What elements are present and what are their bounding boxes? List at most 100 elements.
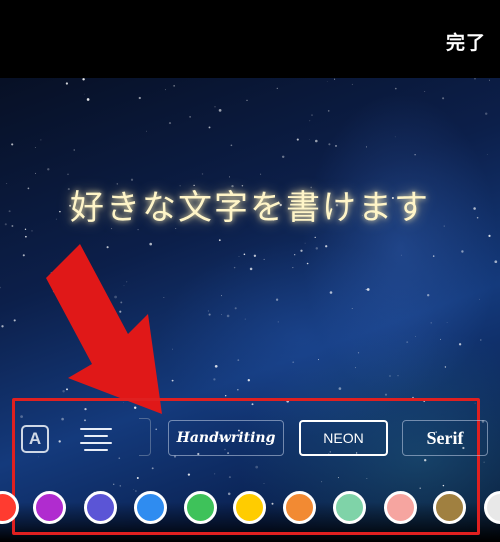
star (474, 78, 476, 80)
star (218, 109, 222, 112)
text-align-button[interactable] (80, 425, 112, 453)
star (226, 314, 230, 318)
star (207, 310, 209, 312)
star (326, 80, 328, 82)
align-line-icon (80, 442, 112, 444)
star (442, 97, 445, 100)
star (325, 245, 328, 248)
align-line-icon (84, 449, 108, 451)
color-swatch[interactable] (333, 491, 366, 524)
star (292, 267, 294, 269)
star (82, 78, 85, 81)
color-swatch[interactable] (33, 491, 66, 524)
star (389, 375, 391, 377)
star (334, 78, 336, 80)
star (365, 289, 367, 291)
star (354, 367, 356, 369)
star (86, 98, 90, 101)
star (172, 348, 173, 350)
star (83, 93, 85, 95)
star (243, 253, 246, 256)
star (228, 176, 231, 178)
star (309, 138, 311, 140)
star (275, 298, 279, 301)
star (400, 254, 402, 256)
color-swatch[interactable] (233, 491, 266, 524)
star (244, 318, 246, 320)
star (237, 359, 240, 361)
star (304, 242, 306, 244)
star (25, 235, 27, 238)
star (65, 82, 69, 85)
star (486, 153, 488, 155)
star (365, 146, 367, 148)
star (31, 230, 33, 232)
star (397, 375, 399, 377)
color-swatch[interactable] (84, 491, 117, 524)
star (35, 172, 37, 174)
star (208, 313, 211, 316)
star (173, 85, 175, 87)
star (294, 254, 296, 256)
star (479, 298, 481, 300)
color-swatch[interactable] (184, 491, 217, 524)
star (138, 96, 141, 100)
done-button[interactable]: 完了 (446, 28, 486, 55)
star (238, 255, 240, 257)
star (427, 294, 430, 297)
star (168, 122, 172, 125)
font-handwriting-button[interactable]: Handwriting (168, 420, 284, 456)
star (461, 250, 464, 253)
star (281, 155, 285, 159)
color-swatch[interactable] (283, 491, 316, 524)
overlay-text[interactable]: 好きな文字を書けます (0, 180, 500, 229)
star (489, 79, 490, 81)
pointer-arrow-icon (46, 244, 162, 414)
star (315, 139, 318, 143)
star (146, 130, 147, 132)
color-swatch[interactable] (384, 491, 417, 524)
star (137, 228, 139, 231)
star (292, 361, 295, 364)
star (314, 236, 316, 239)
star (444, 366, 447, 368)
star (201, 173, 204, 175)
star (494, 260, 498, 264)
color-swatch[interactable] (433, 491, 466, 524)
star (327, 110, 330, 112)
star (263, 258, 265, 260)
text-editor-screen: 完了 好きな文字を書けます A Handwriting NEON Serif (0, 0, 500, 542)
star (366, 288, 370, 291)
star (22, 254, 25, 257)
star (189, 116, 191, 118)
star (171, 379, 174, 382)
star (214, 364, 218, 368)
toolbar-divider (139, 418, 151, 456)
font-serif-button[interactable]: Serif (402, 420, 488, 456)
align-line-icon (80, 428, 112, 430)
star (300, 249, 303, 252)
star (415, 335, 416, 337)
star (480, 339, 482, 341)
star (446, 322, 448, 323)
star (73, 149, 75, 151)
star (328, 143, 331, 146)
top-bar: 完了 (0, 0, 500, 78)
star (247, 379, 250, 382)
star (221, 313, 222, 315)
star (488, 234, 491, 237)
font-neon-button[interactable]: NEON (299, 420, 388, 456)
star (277, 321, 279, 323)
align-line-icon (84, 435, 108, 437)
color-swatch[interactable] (134, 491, 167, 524)
star (315, 247, 319, 250)
star (329, 291, 333, 294)
star (351, 83, 353, 85)
text-style-button[interactable]: A (21, 425, 49, 453)
star (0, 286, 1, 289)
star (230, 144, 233, 147)
star (213, 378, 216, 381)
star (11, 143, 14, 146)
star (430, 322, 432, 324)
star (351, 308, 353, 310)
